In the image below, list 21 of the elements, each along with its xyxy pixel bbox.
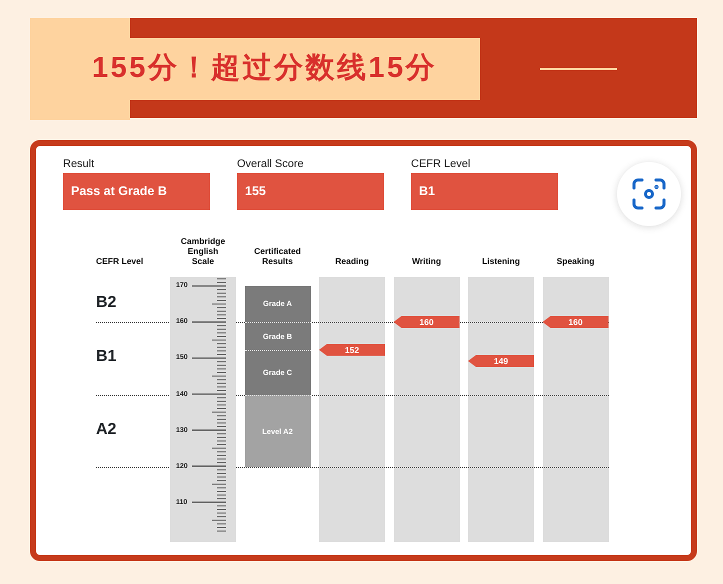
result-value: Pass at Grade B: [63, 173, 210, 210]
column-heading: Certificated Results: [253, 246, 302, 266]
column-heading: Listening: [482, 256, 520, 266]
score-marker: 160: [394, 316, 460, 328]
column-heading: Reading: [335, 256, 369, 266]
field-label: Overall Score: [237, 158, 305, 171]
score-marker: 152: [319, 344, 385, 356]
column-heading: Cambridge English Scale: [180, 236, 226, 266]
column-heading: Writing: [412, 256, 442, 266]
column-heading: CEFR Level: [96, 256, 144, 266]
result-value: 155: [237, 173, 384, 210]
field-label: Result: [63, 158, 96, 171]
column-heading: Speaking: [556, 256, 594, 266]
cefr-level-label: B2: [96, 294, 116, 312]
cefr-level-label: B1: [96, 348, 116, 366]
score-marker: 160: [542, 316, 608, 328]
camera-icon: [632, 178, 666, 210]
result-value: B1: [411, 173, 558, 210]
cefr-level-label: A2: [96, 420, 116, 439]
field-label: CEFR Level: [411, 158, 472, 171]
score-marker: 149: [468, 355, 534, 367]
